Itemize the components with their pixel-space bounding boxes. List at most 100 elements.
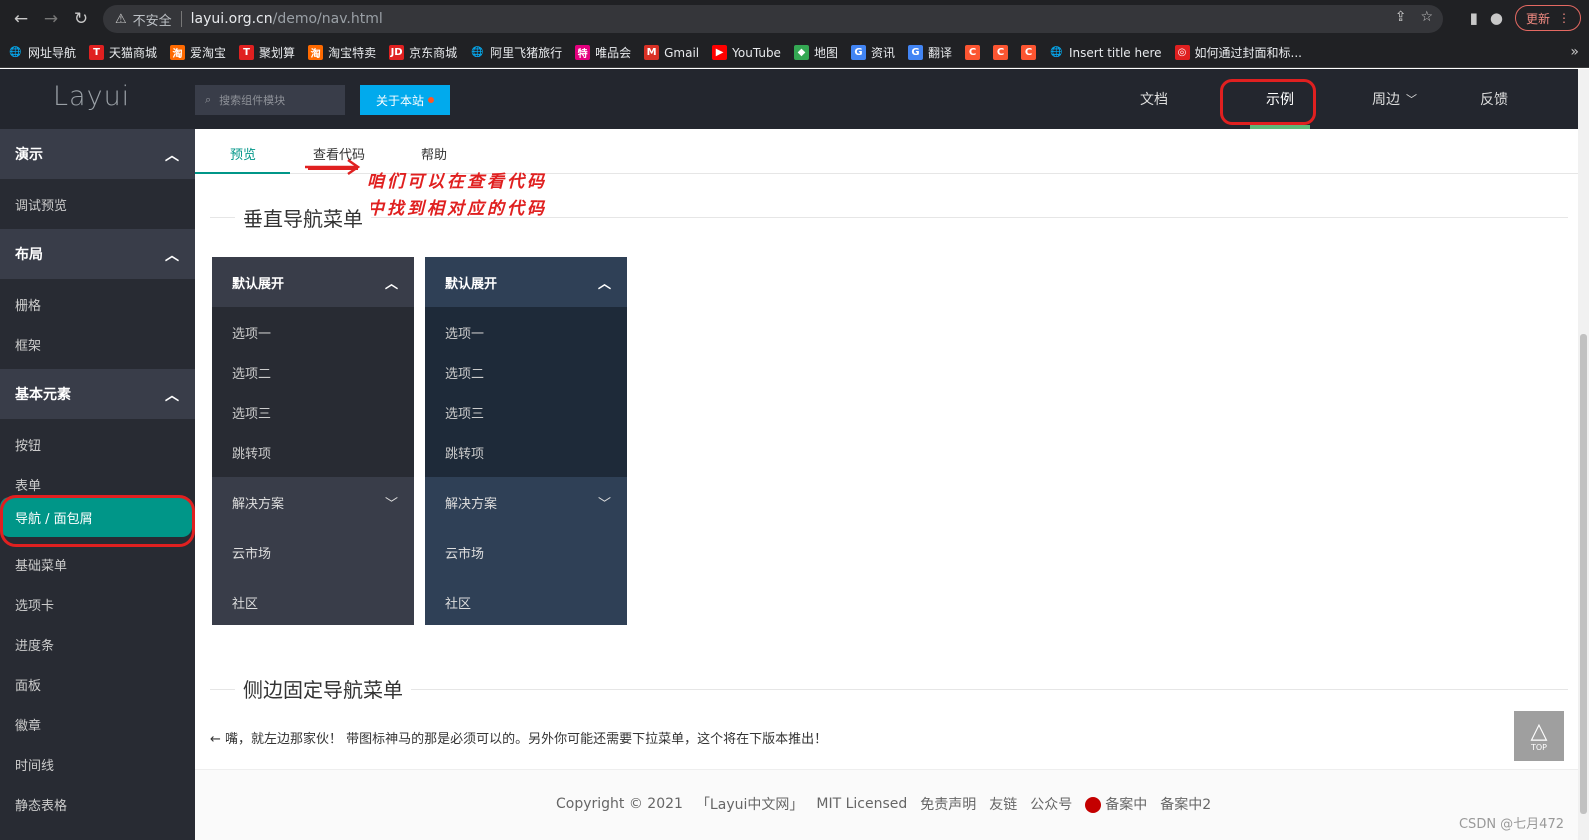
sidebar-item-basic-menu[interactable]: 基础菜单 [15, 555, 67, 574]
bookmark-item[interactable]: T 天猫商城 [89, 44, 157, 61]
vnav-solution[interactable]: 解决方案 ﹀ [212, 477, 414, 527]
nav-feedback[interactable]: 反馈 [1480, 69, 1508, 129]
vnav-head[interactable]: 默认展开 ︿ [212, 257, 414, 307]
vnav-item-2[interactable]: 选项二 [445, 363, 484, 382]
search-icon: ⌕ [205, 93, 212, 106]
bookmark-item[interactable]: 🌐 Insert title here [1048, 45, 1162, 60]
footer-record2-link[interactable]: 备案中2 [1160, 794, 1211, 814]
bookmark-label: 如何通过封面和标... [1194, 46, 1302, 60]
url-host: layui.org.cn [190, 11, 273, 27]
bookmark-item[interactable]: ◆ 地图 [793, 44, 838, 61]
bookmark-item[interactable]: C [1020, 45, 1036, 60]
logo[interactable]: Layui [53, 81, 130, 112]
sidepanel-icon[interactable]: ▮ [1470, 9, 1478, 27]
bookmark-item[interactable]: JD 京东商城 [389, 44, 457, 61]
notice-dot [428, 97, 434, 103]
bookmark-item[interactable]: C [992, 45, 1008, 60]
bookmark-item[interactable]: G 翻译 [907, 44, 952, 61]
bookmark-item[interactable]: T 聚划算 [239, 44, 295, 61]
bookmark-icon: 🌐 [1048, 45, 1064, 60]
footer-wechat-link[interactable]: 公众号 [1030, 794, 1072, 814]
search-input[interactable]: ⌕ 搜索组件模块 [195, 85, 345, 115]
warning-icon: ⚠ [115, 11, 127, 27]
nav-docs[interactable]: 文档 [1140, 69, 1168, 129]
sidebar-item-debug-preview[interactable]: 调试预览 [15, 195, 67, 214]
more-bookmarks-icon[interactable]: » [1570, 44, 1579, 60]
sidebar-item-button[interactable]: 按钮 [15, 435, 41, 454]
footer-disclaimer-link[interactable]: 免责声明 [920, 794, 976, 814]
vnav-item-3[interactable]: 选项三 [445, 403, 484, 422]
bookmark-icon: 淘 [308, 45, 324, 60]
chevron-up-icon: ︿ [597, 277, 611, 292]
sidebar-item-progress[interactable]: 进度条 [15, 635, 54, 654]
main-content: 预览 查看代码 帮助 咱们可以在查看代码 中找到相对应的代码 垂直导航菜单 默认… [195, 129, 1578, 840]
browser-toolbar: ← → ↻ ⚠ 不安全 layui.org.cn /demo/nav.html … [0, 0, 1589, 38]
bookmark-item[interactable]: 淘爱淘宝 [170, 44, 226, 61]
bookmark-icon: 特 [575, 45, 591, 60]
share-icon[interactable]: ⇪ [1395, 9, 1407, 25]
sidebar-item-timeline[interactable]: 时间线 [15, 755, 54, 774]
footer-record-link[interactable]: 备案中 [1085, 794, 1147, 814]
sidebar-item-panel[interactable]: 面板 [15, 675, 41, 694]
footer-links-link[interactable]: 友链 [989, 794, 1017, 814]
bookmark-item[interactable]: 🌐 阿里飞猪旅行 [470, 44, 562, 61]
about-button[interactable]: 关于本站 [360, 85, 450, 115]
vnav-item-3[interactable]: 选项三 [232, 403, 271, 422]
vnav-head[interactable]: 默认展开 ︿ [425, 257, 627, 307]
update-button[interactable]: 更新 ⋮ [1514, 5, 1581, 31]
vnav-item-2[interactable]: 选项二 [232, 363, 271, 382]
footer-site-link[interactable]: 「Layui中文网」 [696, 794, 803, 814]
sidebar: 演示 ︿ 调试预览 布局 ︿ 栅格 框架 基本元素 ︿ 按钮 表单 导航 / 面包屑 … [0, 129, 195, 840]
scroll-thumb[interactable] [1580, 334, 1587, 814]
vnav-market[interactable]: 云市场 [232, 543, 271, 562]
vnav-item-1[interactable]: 选项一 [232, 323, 271, 342]
sidebar-item-grid[interactable]: 栅格 [15, 295, 41, 314]
forward-icon[interactable]: → [36, 4, 66, 34]
sidebar-group-elements[interactable]: 基本元素 ︿ [0, 369, 195, 419]
sidebar-item-static-table[interactable]: 静态表格 [15, 795, 67, 814]
profile-icon[interactable]: ● [1490, 9, 1503, 27]
vnav-solution[interactable]: 解决方案 ﹀ [425, 477, 627, 527]
bookmark-icon: T [89, 45, 105, 60]
sidebar-item-form[interactable]: 表单 [15, 475, 41, 494]
chevron-down-icon: ﹀ [1406, 93, 1417, 106]
address-bar[interactable]: ⚠ 不安全 layui.org.cn /demo/nav.html ⇪ ☆ [103, 5, 1443, 33]
bookmark-item[interactable]: 淘淘宝特卖 [308, 44, 376, 61]
vnav-community[interactable]: 社区 [445, 593, 471, 612]
vnav-market[interactable]: 云市场 [445, 543, 484, 562]
bookmark-item[interactable]: ▶ YouTube [712, 45, 781, 60]
tab-help[interactable]: 帮助 [421, 144, 447, 163]
back-to-top-button[interactable]: △ TOP [1514, 711, 1564, 761]
hint-text: ← 嘴，就左边那家伙！ 带图标神马的那是必须可以的。另外你可能还需要下拉菜单，这… [210, 732, 828, 747]
sidebar-item-frame[interactable]: 框架 [15, 335, 41, 354]
vnav-item-jump[interactable]: 跳转项 [445, 443, 484, 462]
sidebar-item-tabs[interactable]: 选项卡 [15, 595, 54, 614]
bookmark-item[interactable]: 🌐 网址导航 [8, 44, 76, 61]
bookmark-icon: G [850, 45, 866, 60]
nav-around[interactable]: 周边 ﹀ [1372, 69, 1417, 129]
bookmark-item[interactable]: ◎ 如何通过封面和标... [1174, 44, 1302, 61]
bookmark-item[interactable]: M Gmail [644, 45, 699, 60]
vnav-sub: 选项一 选项二 选项三 跳转项 [425, 307, 627, 477]
vnav-community[interactable]: 社区 [232, 593, 258, 612]
tab-preview[interactable]: 预览 [230, 144, 256, 163]
vnav-item-1[interactable]: 选项一 [445, 323, 484, 342]
sidebar-group-demo[interactable]: 演示 ︿ [0, 129, 195, 179]
sidebar-item-badge[interactable]: 徽章 [15, 715, 41, 734]
vnav-item-jump[interactable]: 跳转项 [232, 443, 271, 462]
footer-license-link[interactable]: MIT Licensed [816, 796, 907, 812]
bookmark-item[interactable]: 特唯品会 [575, 44, 631, 61]
star-icon[interactable]: ☆ [1420, 9, 1433, 25]
bookmark-icon: 🌐 [470, 45, 486, 60]
sidebar-group-layout[interactable]: 布局 ︿ [0, 229, 195, 279]
chevron-down-icon: ﹀ [384, 497, 398, 512]
reload-icon[interactable]: ↻ [66, 4, 96, 34]
page-scrollbar[interactable] [1578, 69, 1589, 840]
bookmark-icon: C [992, 45, 1008, 60]
back-icon[interactable]: ← [6, 4, 36, 34]
annotation-text-2: 中找到相对应的代码 [367, 199, 547, 219]
about-label: 关于本站 [375, 93, 424, 108]
section-title-vertical: 垂直导航菜单 [235, 203, 371, 232]
bookmark-item[interactable]: C [964, 45, 980, 60]
bookmark-item[interactable]: G 资讯 [850, 44, 895, 61]
